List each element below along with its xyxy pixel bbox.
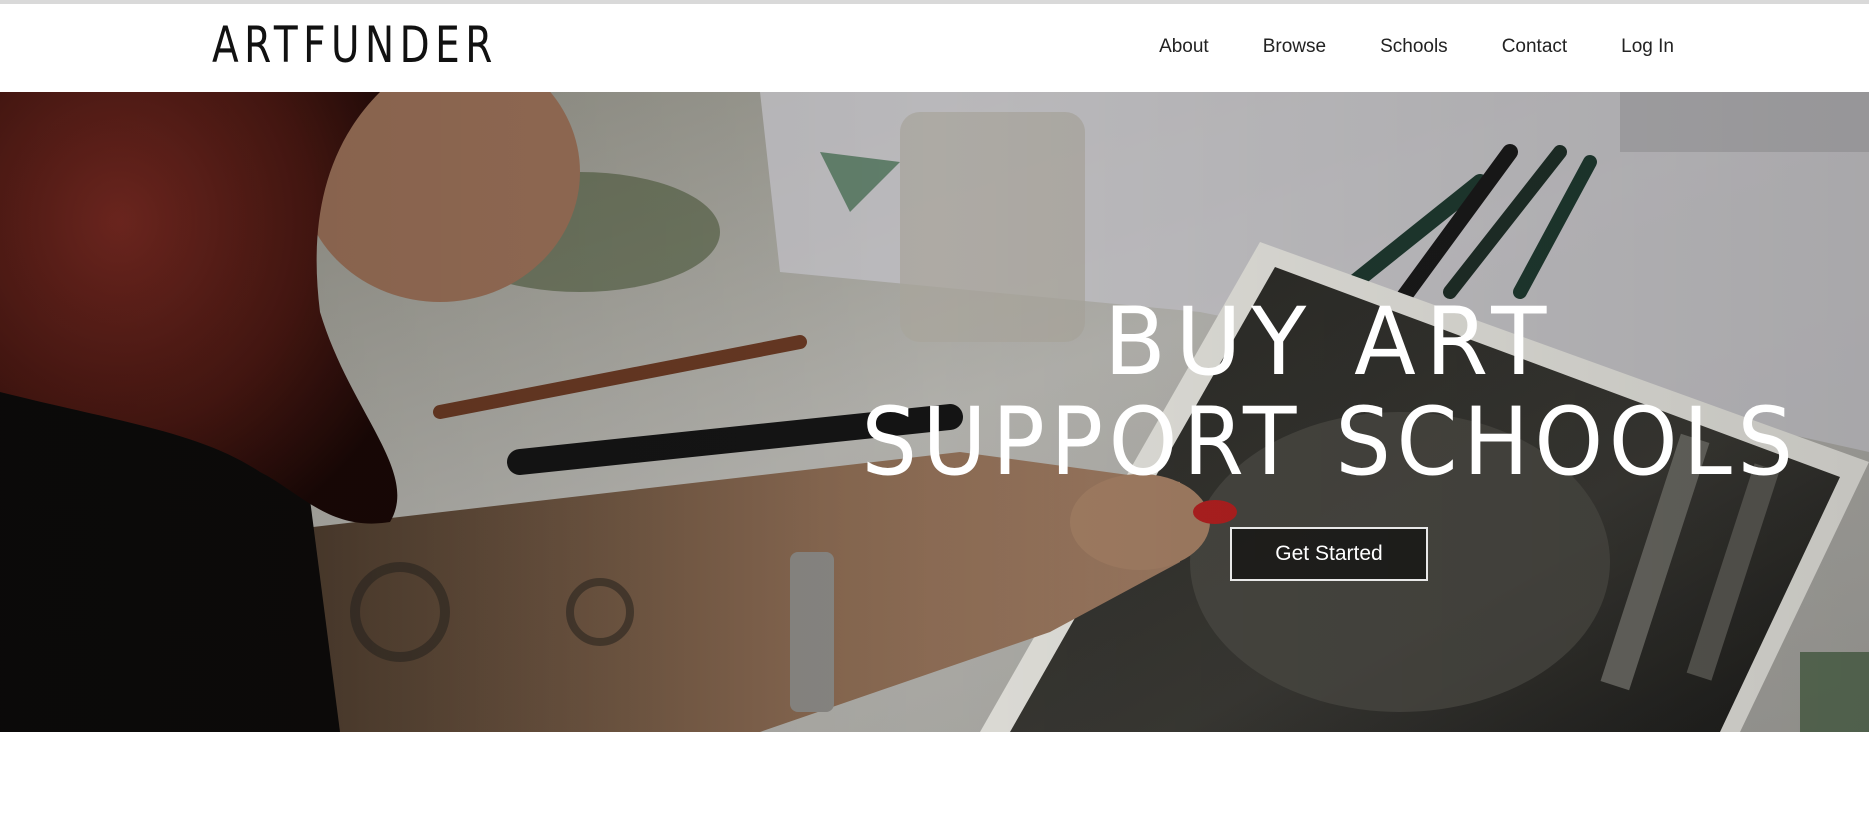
nav-login-link[interactable]: Log In xyxy=(1621,36,1674,58)
hero-headline-line-2: SUPPORT SCHOOLS xyxy=(861,388,1799,498)
nav-contact-link[interactable]: Contact xyxy=(1502,36,1567,58)
hero-headline: BUY ART SUPPORT SCHOOLS xyxy=(800,293,1860,493)
main-nav: About Browse Schools Contact Log In xyxy=(1159,36,1674,58)
nav-browse-link[interactable]: Browse xyxy=(1263,36,1326,58)
get-started-button[interactable]: Get Started xyxy=(1230,527,1428,581)
nav-about-link[interactable]: About xyxy=(1159,36,1209,58)
hero-headline-line-1: BUY ART xyxy=(1104,288,1556,398)
site-header: ARTFUNDER About Browse Schools Contact L… xyxy=(0,4,1869,93)
site-logo[interactable]: ARTFUNDER xyxy=(212,16,498,74)
nav-schools-link[interactable]: Schools xyxy=(1380,36,1448,58)
hero-section: BUY ART SUPPORT SCHOOLS Get Started xyxy=(0,92,1869,732)
